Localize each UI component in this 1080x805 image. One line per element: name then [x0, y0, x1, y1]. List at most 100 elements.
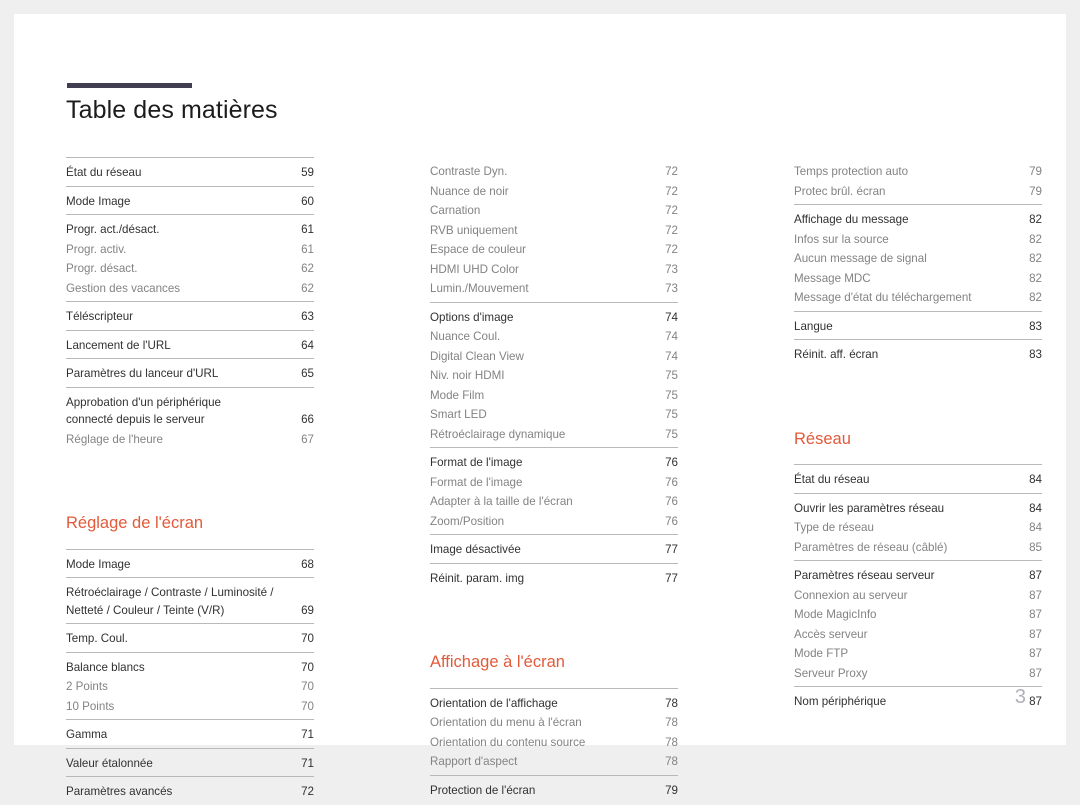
- toc-entry-label: Mode FTP: [794, 645, 1022, 663]
- toc-entry-label-line: Format de l'image: [430, 456, 523, 469]
- toc-entry-page-number: 70: [301, 680, 314, 694]
- toc-entry[interactable]: RVB uniquement 72: [430, 221, 678, 241]
- toc-entry-label-line: Réglage de l'heure: [66, 432, 163, 446]
- toc-entry[interactable]: Ouvrir les paramètres réseau 84: [794, 499, 1042, 519]
- toc-entry[interactable]: Orientation du contenu source 78: [430, 733, 678, 753]
- toc-entry[interactable]: Progr. activ. 61: [66, 240, 314, 260]
- toc-entry[interactable]: Orientation du menu à l'écran 78: [430, 713, 678, 733]
- toc-entry[interactable]: État du réseau 59: [66, 163, 314, 183]
- toc-entry[interactable]: Affichage du message 82: [794, 210, 1042, 230]
- toc-entry-page-number: 72: [665, 223, 678, 237]
- toc-entry[interactable]: Mode Film 75: [430, 386, 678, 406]
- toc-entry-label: Adapter à la taille de l'écran: [430, 493, 658, 511]
- toc-entry[interactable]: Paramètres réseau serveur 87: [794, 566, 1042, 586]
- toc-entry-page-number: 60: [301, 194, 314, 208]
- toc-entry-label: Approbation d'un périphérique connecté de…: [66, 394, 294, 429]
- toc-entry[interactable]: Lumin./Mouvement 73: [430, 279, 678, 299]
- toc-entry[interactable]: Nuance Coul. 74: [430, 327, 678, 347]
- toc-group: Nom périphérique 87: [794, 686, 1042, 715]
- toc-entry[interactable]: 10 Points 70: [66, 697, 314, 717]
- toc-entry[interactable]: Temp. Coul. 70: [66, 629, 314, 649]
- toc-entry-label-line: Lumin./Mouvement: [430, 282, 529, 295]
- toc-entry[interactable]: Carnation 72: [430, 201, 678, 221]
- toc-entry-label-line: Orientation de l'affichage: [430, 696, 558, 710]
- toc-entry-label-line: Connexion au serveur: [794, 588, 908, 602]
- toc-entry[interactable]: Format de l'image 76: [430, 453, 678, 473]
- toc-entry-page-number: 68: [301, 557, 314, 571]
- toc-entry[interactable]: Paramètres avancés 72: [66, 782, 314, 802]
- toc-entry-label: 10 Points: [66, 698, 294, 716]
- toc-entry[interactable]: Espace de couleur 72: [430, 240, 678, 260]
- toc-entry[interactable]: Accès serveur 87: [794, 625, 1042, 645]
- toc-entry-label: Mode MagicInfo: [794, 606, 1022, 624]
- toc-entry[interactable]: Rétroéclairage dynamique 75: [430, 425, 678, 445]
- toc-entry[interactable]: Progr. act./désact. 61: [66, 220, 314, 240]
- toc-entry[interactable]: Protection de l'écran 79: [430, 781, 678, 801]
- toc-entry[interactable]: Image désactivée 77: [430, 540, 678, 560]
- toc-entry[interactable]: Type de réseau 84: [794, 518, 1042, 538]
- toc-entry-page-number: 84: [1029, 473, 1042, 487]
- toc-entry[interactable]: Téléscripteur 63: [66, 307, 314, 327]
- toc-entry-label-line: État du réseau: [66, 166, 142, 179]
- toc-entry[interactable]: Smart LED 75: [430, 405, 678, 425]
- toc-entry[interactable]: Format de l'image 76: [430, 473, 678, 493]
- toc-entry[interactable]: Options d'image 74: [430, 308, 678, 328]
- toc-entry[interactable]: Lancement de l'URL 64: [66, 336, 314, 356]
- toc-entry[interactable]: Paramètres de réseau (câblé) 85: [794, 538, 1042, 558]
- toc-entry[interactable]: Connexion au serveur 87: [794, 586, 1042, 606]
- toc-entry-page-number: 70: [301, 632, 314, 646]
- toc-group: État du réseau 84: [794, 464, 1042, 493]
- toc-entry[interactable]: Nuance de noir 72: [430, 182, 678, 202]
- toc-entry[interactable]: HDMI UHD Color 73: [430, 260, 678, 280]
- toc-entry[interactable]: Réglage de l'heure 67: [66, 430, 314, 450]
- toc-entry[interactable]: Approbation d'un périphérique connecté de…: [66, 393, 314, 430]
- toc-entry[interactable]: Rétroéclairage / Contraste / Luminosité …: [66, 583, 314, 620]
- toc-entry[interactable]: Paramètres du lanceur d'URL 65: [66, 364, 314, 384]
- toc-entry[interactable]: Nom périphérique 87: [794, 692, 1042, 712]
- toc-entry-label: Gamma: [66, 726, 294, 744]
- toc-entry-label-line: Gestion des vacances: [66, 281, 181, 295]
- toc-entry[interactable]: 2 Points 70: [66, 677, 314, 697]
- toc-entry[interactable]: Aucun message de signal 82: [794, 249, 1042, 269]
- toc-entry[interactable]: Mode FTP 87: [794, 644, 1042, 664]
- toc-entry[interactable]: Protec brûl. écran 79: [794, 182, 1042, 202]
- toc-entry-page-number: 67: [301, 432, 314, 446]
- page-title: Table des matières: [66, 96, 278, 124]
- toc-entry-page-number: 85: [1029, 540, 1042, 554]
- toc-entry[interactable]: Langue 83: [794, 317, 1042, 337]
- toc-entry[interactable]: Réinit. aff. écran 83: [794, 345, 1042, 365]
- toc-entry[interactable]: Zoom/Position 76: [430, 512, 678, 532]
- toc-entry[interactable]: Digital Clean View 74: [430, 347, 678, 367]
- toc-entry[interactable]: Gestion des vacances 62: [66, 279, 314, 299]
- toc-entry[interactable]: Valeur étalonnée 71: [66, 754, 314, 774]
- toc-entry[interactable]: Progr. désact. 62: [66, 259, 314, 279]
- toc-group: Temp. Coul. 70: [66, 623, 314, 652]
- toc-entry[interactable]: Réinit. param. img 77: [430, 569, 678, 589]
- toc-entry[interactable]: Mode Image 68: [66, 555, 314, 575]
- toc-entry-label-line: Progr. activ.: [66, 242, 127, 256]
- toc-entry-page-number: 75: [665, 408, 678, 421]
- toc-entry[interactable]: Contraste Dyn. 72: [430, 162, 678, 182]
- toc-entry[interactable]: Message MDC 82: [794, 269, 1042, 289]
- toc-entry[interactable]: Message d'état du téléchargement 82: [794, 288, 1042, 308]
- toc-entry[interactable]: Mode MagicInfo 87: [794, 605, 1042, 625]
- toc-entry[interactable]: Orientation de l'affichage 78: [430, 694, 678, 714]
- toc-entry-label: Valeur étalonnée: [66, 755, 294, 773]
- toc-entry[interactable]: État du réseau 84: [794, 470, 1042, 490]
- toc-entry[interactable]: Mode Image 60: [66, 192, 314, 212]
- toc-entry-label-line: Balance blancs: [66, 660, 145, 674]
- toc-entry[interactable]: Adapter à la taille de l'écran 76: [430, 492, 678, 512]
- toc-entry[interactable]: Rapport d'aspect 78: [430, 752, 678, 772]
- toc-entry[interactable]: Temps protection auto 79: [794, 162, 1042, 182]
- toc-entry-label-line: Mode Image: [66, 557, 131, 571]
- toc-entry[interactable]: Gamma 71: [66, 725, 314, 745]
- toc-entry[interactable]: Serveur Proxy 87: [794, 664, 1042, 684]
- toc-entry-label-line: Réinit. aff. écran: [794, 348, 879, 361]
- toc-entry-label: Progr. activ.: [66, 241, 294, 259]
- toc-entry[interactable]: Infos sur la source 82: [794, 230, 1042, 250]
- toc-entry-label-line: Smart LED: [430, 408, 487, 421]
- toc-entry[interactable]: Niv. noir HDMI 75: [430, 366, 678, 386]
- toc-entry-label: Connexion au serveur: [794, 587, 1022, 605]
- toc-entry-label: RVB uniquement: [430, 222, 658, 240]
- toc-entry[interactable]: Balance blancs 70: [66, 658, 314, 678]
